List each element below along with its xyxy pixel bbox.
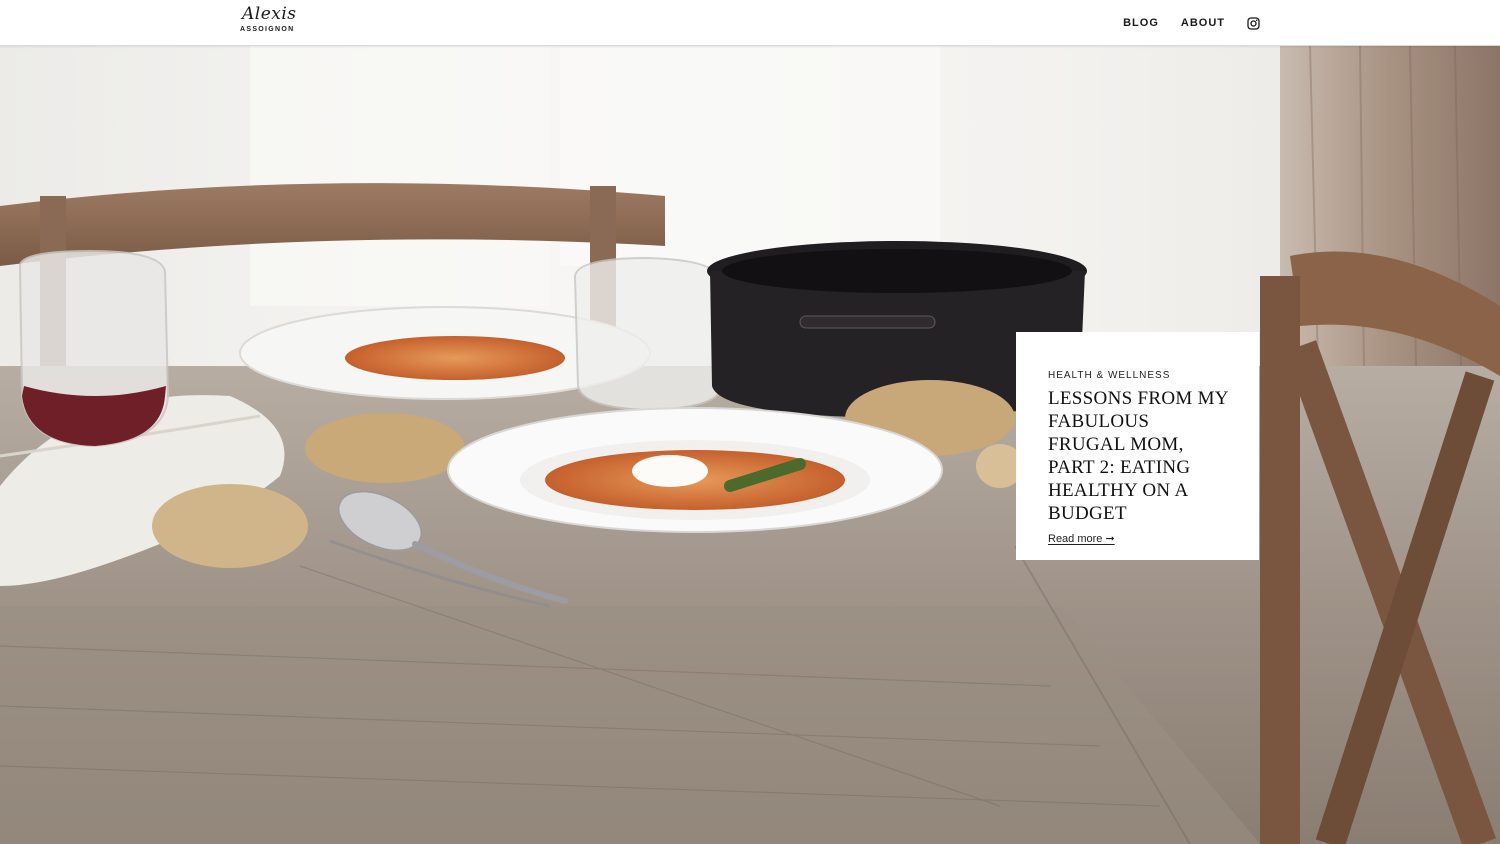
nav-about-link[interactable]: ABOUT xyxy=(1181,17,1225,29)
post-category[interactable]: HEALTH & WELLNESS xyxy=(1048,370,1229,381)
site-header: Alexis ASSOIGNON BLOG ABOUT xyxy=(0,0,1500,46)
read-more-link[interactable]: Read more ➞ xyxy=(1048,532,1115,545)
main-nav: BLOG ABOUT xyxy=(1123,0,1260,46)
post-title[interactable]: Lessons from my Fabulous Frugal Mom, Par… xyxy=(1048,387,1229,525)
logo-subtitle: ASSOIGNON xyxy=(240,26,295,33)
hero-image xyxy=(0,46,1500,844)
instagram-icon[interactable] xyxy=(1247,16,1260,30)
featured-post-card: HEALTH & WELLNESS Lessons from my Fabulo… xyxy=(1016,332,1259,560)
nav-blog-link[interactable]: BLOG xyxy=(1123,17,1159,29)
logo-script: Alexis xyxy=(242,4,297,24)
site-logo[interactable]: Alexis ASSOIGNON xyxy=(240,4,300,40)
